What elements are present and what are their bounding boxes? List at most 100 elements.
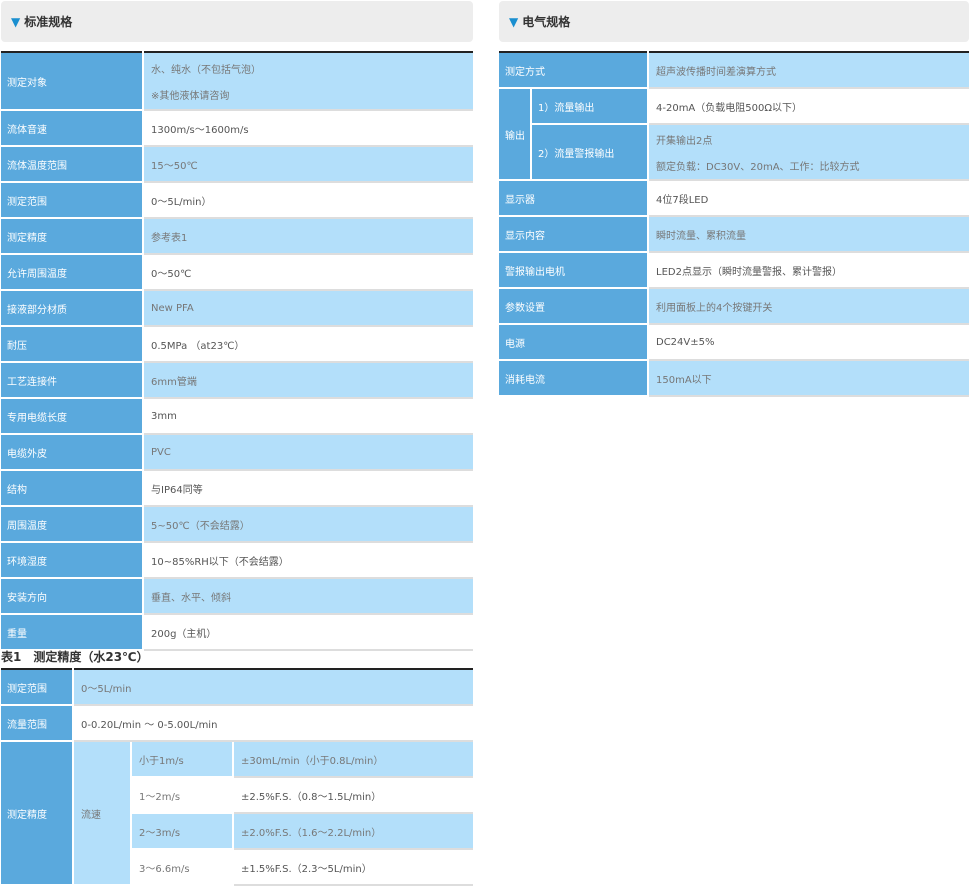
row-label: 显示器: [499, 180, 649, 217]
row-label: 1）流量输出: [531, 88, 649, 125]
precision-value: ±1.5%F.S.（2.3〜5L/min）: [233, 849, 474, 886]
row-value: 参考表1: [143, 218, 473, 255]
precision-value: ±2.5%F.S.（0.8〜1.5L/min）: [233, 777, 474, 814]
standard-spec-header: ▼ 标准规格: [1, 1, 473, 42]
table-row: 测定精度 流速 小于1m/s ±30mL/min（小于0.8L/min）: [1, 741, 474, 886]
row-value: 4位7段LED: [648, 180, 969, 217]
table-row: 显示内容 瞬时流量、累积流量: [499, 216, 969, 253]
row-value-line1: 水、纯水（不包括气泡）: [151, 64, 261, 76]
electrical-spec-header: ▼ 电气规格: [499, 1, 969, 42]
electrical-spec-title: 电气规格: [522, 15, 571, 29]
table-row: 工艺连接件 6mm管端: [1, 362, 473, 399]
table-row: 电源 DC24V±5%: [499, 324, 969, 361]
row-value: 1300m/s〜1600m/s: [143, 110, 473, 147]
row-label: 测定范围: [1, 182, 144, 219]
row-label: 测定方式: [499, 52, 649, 89]
standard-spec-table: 测定对象 水、纯水（不包括气泡） ※其他液体请咨询 流体音速 1300m/s〜1…: [1, 51, 473, 651]
row-value: PVC: [143, 434, 473, 471]
row-value: 150mA以下: [648, 360, 969, 397]
row-label: 环境湿度: [1, 542, 144, 579]
table-row: 测定精度 参考表1: [1, 218, 473, 255]
row-label: 测定对象: [1, 52, 144, 111]
flow-speed-label: 流速: [73, 741, 132, 886]
table-row: 参数设置 利用面板上的4个按键开关: [499, 288, 969, 325]
table-row: 专用电缆长度 3mm: [1, 398, 473, 435]
precision-label: 测定精度: [1, 741, 74, 886]
table-row: 结构 与IP64同等: [1, 470, 473, 507]
table-row: 测定方式 超声波传播时间差演算方式: [499, 52, 969, 89]
row-label: 安装方向: [1, 578, 144, 615]
speed-cell: 小于1m/s: [131, 741, 234, 778]
table-row: 重量 200g（主机）: [1, 614, 473, 651]
row-value: 开集输出2点 额定负载：DC30V、20mA、工作：比较方式: [648, 124, 969, 181]
row-label: 工艺连接件: [1, 362, 144, 399]
row-value: 垂直、水平、倾斜: [143, 578, 473, 615]
table-row: 电缆外皮 PVC: [1, 434, 473, 471]
row-label: 警报输出电机: [499, 252, 649, 289]
standard-spec-title: 标准规格: [24, 15, 73, 29]
row-label: 测定范围: [1, 669, 74, 706]
table-row: 接液部分材质 New PFA: [1, 290, 473, 327]
row-label: 流体音速: [1, 110, 144, 147]
row-value: 水、纯水（不包括气泡） ※其他液体请咨询: [143, 52, 473, 111]
row-label: 显示内容: [499, 216, 649, 253]
table-row: 耐压 0.5MPa （at23℃）: [1, 326, 473, 363]
output-label: 输出: [499, 88, 532, 181]
row-label: 参数设置: [499, 288, 649, 325]
row-label: 2）流量警报输出: [531, 124, 649, 181]
row-label: 流体温度范围: [1, 146, 144, 183]
row-value: 0.5MPa （at23℃）: [143, 326, 473, 363]
row-label: 专用电缆长度: [1, 398, 144, 435]
table-row: 流体音速 1300m/s〜1600m/s: [1, 110, 473, 147]
row-label: 消耗电流: [499, 360, 649, 397]
row-value: 0-0.20L/min 〜 0-5.00L/min: [73, 705, 474, 742]
row-value: 4-20mA（负载电阻500Ω以下）: [648, 88, 969, 125]
speed-cell: 1〜2m/s: [131, 777, 234, 814]
table-row: 周围温度 5~50℃（不会结露）: [1, 506, 473, 543]
triangle-down-icon: ▼: [11, 14, 21, 29]
accuracy-table: 测定范围 0〜5L/min 流量范围 0-0.20L/min 〜 0-5.00L…: [1, 668, 474, 886]
row-value-line2: 额定负载：DC30V、20mA、工作：比较方式: [656, 161, 860, 173]
row-label: 重量: [1, 614, 144, 651]
table-row: 测定范围 0〜5L/min）: [1, 182, 473, 219]
row-label: 结构: [1, 470, 144, 507]
row-value: 5~50℃（不会结露）: [143, 506, 473, 543]
row-value: LED2点显示（瞬时流量警报、累计警报）: [648, 252, 969, 289]
row-label: 测定精度: [1, 218, 144, 255]
row-value-line1: 开集输出2点: [656, 135, 713, 147]
table-row: 消耗电流 150mA以下: [499, 360, 969, 397]
row-label: 允许周围温度: [1, 254, 144, 291]
table-row: 环境湿度 10~85%RH以下（不会结露）: [1, 542, 473, 579]
precision-value: ±2.0%F.S.（1.6〜2.2L/min）: [233, 813, 474, 850]
row-value: 0〜5L/min）: [143, 182, 473, 219]
table-row: 流量范围 0-0.20L/min 〜 0-5.00L/min: [1, 705, 474, 742]
precision-value: ±30mL/min（小于0.8L/min）: [233, 741, 474, 778]
table-row: 测定对象 水、纯水（不包括气泡） ※其他液体请咨询: [1, 52, 473, 111]
row-value: 10~85%RH以下（不会结露）: [143, 542, 473, 579]
table-row: 流体温度范围 15〜50℃: [1, 146, 473, 183]
row-value: 15〜50℃: [143, 146, 473, 183]
row-label: 流量范围: [1, 705, 74, 742]
row-value: 3mm: [143, 398, 473, 435]
table-row: 允许周围温度 0〜50℃: [1, 254, 473, 291]
row-value: 6mm管端: [143, 362, 473, 399]
accuracy-table-caption: 表1 测定精度（水23℃）: [1, 650, 149, 664]
table-row: 输出 1）流量输出 4-20mA（负载电阻500Ω以下）: [499, 88, 969, 181]
speed-cell: 2〜3m/s: [131, 813, 234, 850]
row-value: 200g（主机）: [143, 614, 473, 651]
electrical-spec-table: 测定方式 超声波传播时间差演算方式 输出 1）流量输出 4-20mA（负载电阻5…: [499, 51, 969, 397]
row-value: 瞬时流量、累积流量: [648, 216, 969, 253]
row-value: 与IP64同等: [143, 470, 473, 507]
table-row: 安装方向 垂直、水平、倾斜: [1, 578, 473, 615]
row-value: DC24V±5%: [648, 324, 969, 361]
table-row: 2）流量警报输出 开集输出2点 额定负载：DC30V、20mA、工作：比较方式: [499, 124, 969, 181]
row-label: 电源: [499, 324, 649, 361]
row-value-line2: ※其他液体请咨询: [151, 90, 230, 102]
triangle-down-icon: ▼: [509, 14, 519, 29]
row-value: 利用面板上的4个按键开关: [648, 288, 969, 325]
row-label: 耐压: [1, 326, 144, 363]
row-value: 0〜5L/min: [73, 669, 474, 706]
table-row: 测定范围 0〜5L/min: [1, 669, 474, 706]
table-row: 显示器 4位7段LED: [499, 180, 969, 217]
table-row: 警报输出电机 LED2点显示（瞬时流量警报、累计警报）: [499, 252, 969, 289]
